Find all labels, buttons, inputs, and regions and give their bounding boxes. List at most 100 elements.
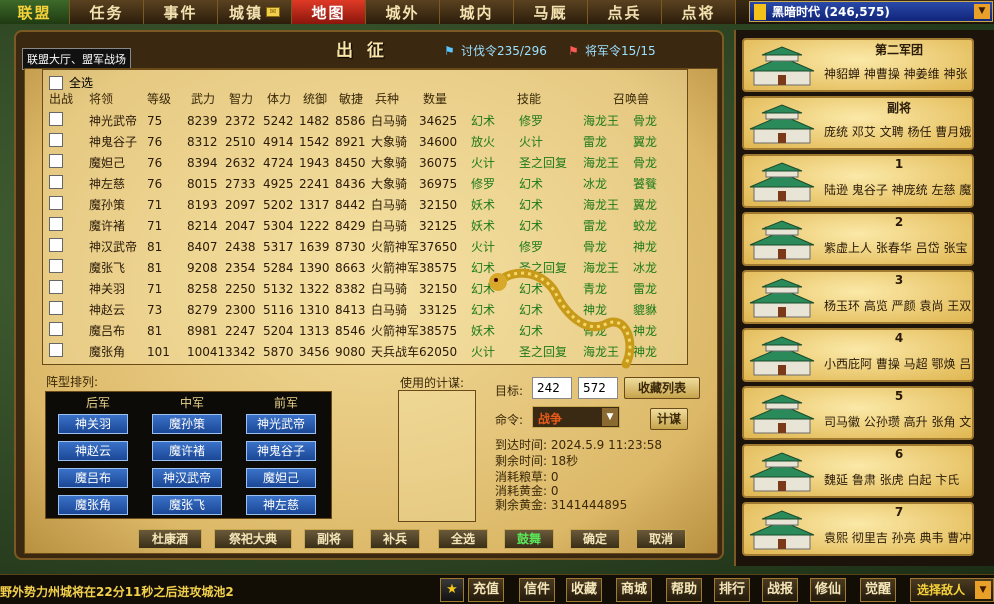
cell-name: 神汉武帝: [89, 240, 138, 254]
cell-ti: 5284: [263, 260, 294, 275]
target-y-input[interactable]: 572: [578, 377, 618, 399]
nav-inside-city[interactable]: 城内: [440, 0, 514, 24]
deploy-checkbox[interactable]: [49, 238, 63, 252]
formation-slot[interactable]: 神关羽: [58, 414, 128, 434]
cell-lv: 101: [147, 344, 170, 359]
cell-wu: 10041: [187, 344, 226, 359]
table-row[interactable]: 魔孙策 71 8193 2097 5202 1317 8442 白马骑 32150 妖术 幻术 海龙王…: [43, 194, 657, 215]
army-members: 袁熙 彻里吉 孙亮 典韦 曹冲: [824, 531, 972, 545]
nav-generals[interactable]: 点将: [662, 0, 736, 24]
table-row[interactable]: 魔张飞 81 9208 2354 5284 1390 8663 火箭神军 38575 幻术 圣之回复…: [43, 257, 657, 278]
select-enemy-label: 选择敌人: [917, 583, 966, 597]
battle-report-button[interactable]: 战报: [762, 578, 798, 602]
nav-troops[interactable]: 点兵: [588, 0, 662, 24]
formation-slot[interactable]: 魔妲己: [246, 468, 316, 488]
bookmark-button[interactable]: 收藏: [566, 578, 602, 602]
army-card[interactable]: 4 小西庇阿 曹操 马超 鄂焕 吕: [742, 328, 974, 382]
deploy-checkbox[interactable]: [49, 196, 63, 210]
deploy-checkbox[interactable]: [49, 175, 63, 189]
army-card[interactable]: 副将 庞统 邓艾 文聘 杨任 曹月娥: [742, 96, 974, 150]
deploy-checkbox[interactable]: [49, 154, 63, 168]
cell-num: 32150: [419, 197, 458, 212]
army-card[interactable]: 1 陆逊 鬼谷子 神庞统 左慈 魔: [742, 154, 974, 208]
deploy-checkbox[interactable]: [49, 112, 63, 126]
formation-slot[interactable]: 魔张飞: [152, 495, 222, 515]
cell-bing: 火箭神军: [371, 240, 420, 254]
cell-s2: 幻术: [519, 219, 544, 233]
table-row[interactable]: 神汉武帝 81 8407 2438 5317 1639 8730 火箭神军 37650 火计 修罗 骨…: [43, 236, 657, 257]
ranking-button[interactable]: 排行: [714, 578, 750, 602]
nav-map[interactable]: 地图: [292, 0, 366, 24]
table-row[interactable]: 神光武帝 75 8239 2372 5242 1482 8586 白马骑 34625 幻术 修罗 海龙…: [43, 110, 657, 131]
table-row[interactable]: 魔吕布 81 8981 2247 5204 1313 8546 火箭神军 38575 妖术 幻术 骨龙…: [43, 320, 657, 341]
army-card[interactable]: 第二军团 神貂蝉 神曹操 神姜维 神张: [742, 38, 974, 92]
favorites-button[interactable]: 收藏列表: [624, 377, 700, 399]
select-enemy-dropdown[interactable]: 选择敌人 ▼: [910, 578, 994, 602]
deploy-checkbox[interactable]: [49, 322, 63, 336]
table-row[interactable]: 魔许褚 71 8214 2047 5304 1222 8429 白马骑 32125 妖术 幻术 雷龙 蛟…: [43, 215, 657, 236]
army-card[interactable]: 6 魏延 鲁肃 张虎 白起 卞氏: [742, 444, 974, 498]
formation-slot[interactable]: 魔吕布: [58, 468, 128, 488]
army-card[interactable]: 5 司马徽 公孙瓒 高升 张角 文: [742, 386, 974, 440]
formation-slot[interactable]: 神汉武帝: [152, 468, 222, 488]
cell-num: 33125: [419, 302, 458, 317]
table-row[interactable]: 神左慈 76 8015 2733 4925 2241 8436 大象骑 36975 修罗 幻术 冰龙 饕…: [43, 173, 657, 194]
select-all-button[interactable]: 全选: [438, 529, 488, 549]
deputy-button[interactable]: 副将: [304, 529, 354, 549]
inspire-button[interactable]: 鼓舞: [504, 529, 554, 549]
table-row[interactable]: 神关羽 71 8258 2250 5132 1322 8382 白马骑 32150 幻术 幻术 青龙 雷…: [43, 278, 657, 299]
cultivation-button[interactable]: 修仙: [810, 578, 846, 602]
deploy-checkbox[interactable]: [49, 217, 63, 231]
strategy-button[interactable]: 计谋: [650, 408, 688, 430]
confirm-button[interactable]: 确定: [570, 529, 620, 549]
formation-slot[interactable]: 神鬼谷子: [246, 441, 316, 461]
nav-stable[interactable]: 马厩: [514, 0, 588, 24]
command-select[interactable]: 战争 ▼: [532, 406, 620, 428]
nav-alliance[interactable]: 联盟: [0, 0, 70, 24]
army-card[interactable]: 7 袁熙 彻里吉 孙亮 典韦 曹冲: [742, 502, 974, 556]
reinforce-button[interactable]: 补兵: [370, 529, 420, 549]
help-button[interactable]: 帮助: [666, 578, 702, 602]
army-card[interactable]: 2 紫虚上人 张春华 吕岱 张宝: [742, 212, 974, 266]
dukang-wine-button[interactable]: 杜康酒: [138, 529, 202, 549]
formation-slot[interactable]: 魔孙策: [152, 414, 222, 434]
cell-wu: 8312: [187, 134, 218, 149]
cell-ti: 4925: [263, 176, 294, 191]
deploy-checkbox[interactable]: [49, 280, 63, 294]
chevron-down-icon[interactable]: ▼: [974, 4, 990, 19]
nav-event[interactable]: 事件: [144, 0, 218, 24]
mail-button[interactable]: 信件: [519, 578, 555, 602]
cell-bing: 白马骑: [371, 114, 408, 128]
cancel-button[interactable]: 取消: [636, 529, 686, 549]
target-x-input[interactable]: 242: [532, 377, 572, 399]
army-card[interactable]: 3 杨玉环 高览 严颜 袁尚 王双: [742, 270, 974, 324]
formation-slot[interactable]: 魔张角: [58, 495, 128, 515]
star-icon[interactable]: ★: [440, 578, 464, 602]
table-row[interactable]: 魔妲己 76 8394 2632 4724 1943 8450 大象骑 36075 火计 圣之回复 海…: [43, 152, 657, 173]
sacrifice-button[interactable]: 祭祀大典: [214, 529, 292, 549]
nav-town[interactable]: 城镇 ✉: [218, 0, 292, 24]
formation-slot[interactable]: 神赵云: [58, 441, 128, 461]
deploy-checkbox[interactable]: [49, 133, 63, 147]
table-row[interactable]: 神鬼谷子 76 8312 2510 4914 1542 8921 大象骑 34600 放火 火计 雷龙…: [43, 131, 657, 152]
table-row[interactable]: 魔张角 101 10041 3342 5870 3456 9080 天兵战车 62050 火计 圣之…: [43, 341, 657, 362]
cell-b2: 貔貅: [633, 303, 658, 317]
strategy-list[interactable]: [398, 390, 476, 522]
shop-button[interactable]: 商城: [616, 578, 652, 602]
cell-s1: 火计: [471, 345, 496, 359]
formation-slot[interactable]: 神左慈: [246, 495, 316, 515]
recharge-button[interactable]: 充值: [468, 578, 504, 602]
table-row[interactable]: 神赵云 73 8279 2300 5116 1310 8413 白马骑 33125 幻术 幻术 神龙 貔…: [43, 299, 657, 320]
cell-num: 36975: [419, 176, 458, 191]
server-selector[interactable]: 黑暗时代 (246,575) ▼: [749, 1, 993, 22]
formation-slot[interactable]: 魔许褚: [152, 441, 222, 461]
nav-task[interactable]: 任务: [70, 0, 144, 24]
formation-slot[interactable]: 神光武帝: [246, 414, 316, 434]
nav-outside-city[interactable]: 城外: [366, 0, 440, 24]
deploy-checkbox[interactable]: [49, 259, 63, 273]
awakening-button[interactable]: 觉醒: [860, 578, 896, 602]
deploy-checkbox[interactable]: [49, 301, 63, 315]
attack-order-label: 讨伐令235/296: [461, 44, 547, 58]
deploy-checkbox[interactable]: [49, 343, 63, 357]
select-all-checkbox[interactable]: [49, 75, 63, 90]
